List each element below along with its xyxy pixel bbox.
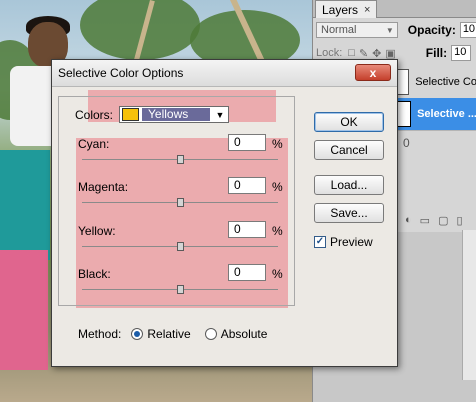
percent-unit: % <box>272 180 283 194</box>
layers-bottom-toolbar: ◐ ▭ ▢ ▯ <box>405 212 476 228</box>
lock-label: Lock: <box>316 47 343 59</box>
close-icon[interactable]: × <box>364 4 370 16</box>
fill-label: Fill: <box>425 46 448 60</box>
dialog-titlebar[interactable]: Selective Color Options x <box>52 60 397 87</box>
slider-thumb[interactable] <box>177 242 184 251</box>
opacity-label: Opacity: <box>407 23 456 37</box>
fill-input[interactable]: 10 <box>451 45 472 61</box>
chevron-down-icon: ▼ <box>215 109 225 120</box>
blend-mode-value: Normal <box>321 24 357 36</box>
colors-select[interactable]: Yellows ▼ <box>119 106 230 123</box>
chevron-down-icon: ▼ <box>385 26 394 35</box>
layers-scrollbar[interactable] <box>462 230 476 380</box>
blend-row: Normal ▼ Opacity: 10 <box>316 21 476 39</box>
relative-label[interactable]: Relative <box>147 327 190 341</box>
yellow-input[interactable]: 0 <box>228 221 266 238</box>
selective-color-dialog: Selective Color Options x Colors: Yellow… <box>51 59 398 367</box>
delete-layer-icon[interactable]: ▯ <box>456 214 462 227</box>
relative-radio[interactable] <box>131 328 144 340</box>
lock-icons: □ ✎ ✥ ▣ <box>348 47 396 60</box>
tab-layers-label: Layers <box>322 2 359 17</box>
new-layer-icon[interactable]: ▢ <box>438 214 448 227</box>
adjustment-layer-icon[interactable]: ◐ <box>405 214 412 226</box>
layers-tabbar: Layers × <box>313 0 476 18</box>
preview-checkbox[interactable]: ✓ <box>314 236 326 248</box>
slider-thumb[interactable] <box>177 155 184 164</box>
cyan-input[interactable]: 0 <box>228 134 266 151</box>
save-button[interactable]: Save... <box>314 203 384 223</box>
slider-label: Magenta: <box>78 180 129 194</box>
layer-name: Selective Co <box>415 76 476 88</box>
colors-label: Colors: <box>75 107 114 122</box>
lock-brush-icon[interactable]: ✎ <box>359 47 368 60</box>
blend-mode-select[interactable]: Normal ▼ <box>316 22 398 38</box>
dialog-title: Selective Color Options <box>58 66 184 80</box>
new-group-icon[interactable]: ▭ <box>420 214 430 227</box>
opacity-input[interactable]: 10 <box>459 22 476 38</box>
person-dress <box>0 150 50 260</box>
slider-thumb[interactable] <box>177 198 184 207</box>
lock-transparency-icon[interactable]: □ <box>348 47 355 60</box>
percent-unit: % <box>272 267 283 281</box>
lock-move-icon[interactable]: ✥ <box>372 47 381 60</box>
slider-label: Yellow: <box>78 224 116 238</box>
radio-selected-dot <box>134 331 141 337</box>
method-label: Method: <box>78 327 122 341</box>
yellow-slider-row: Yellow: 0 % <box>78 221 298 266</box>
color-swatch <box>122 108 140 121</box>
layer-name: Selective ... <box>417 108 476 120</box>
ok-button[interactable]: OK <box>314 112 384 132</box>
percent-unit: % <box>272 137 283 151</box>
black-slider-row: Black: 0 % <box>78 264 298 309</box>
tab-layers[interactable]: Layers × <box>315 0 378 18</box>
slider-label: Cyan: <box>78 137 110 151</box>
lock-all-icon[interactable]: ▣ <box>385 47 395 60</box>
percent-unit: % <box>272 224 283 238</box>
method-row: Method: Relative Absolute <box>78 327 281 341</box>
person-skirt <box>0 250 48 370</box>
colors-row: Colors: Yellows ▼ <box>75 106 230 123</box>
close-button[interactable]: x <box>355 64 391 81</box>
absolute-label[interactable]: Absolute <box>221 327 268 341</box>
panel-value: 0 <box>403 136 410 150</box>
slider-thumb[interactable] <box>177 285 184 294</box>
magenta-slider-row: Magenta: 0 % <box>78 177 298 222</box>
magenta-input[interactable]: 0 <box>228 177 266 194</box>
preview-row: ✓ Preview <box>314 235 373 249</box>
cancel-button[interactable]: Cancel <box>314 140 384 160</box>
cyan-slider-row: Cyan: 0 % <box>78 134 298 179</box>
black-input[interactable]: 0 <box>228 264 266 281</box>
slider-label: Black: <box>78 267 111 281</box>
preview-label[interactable]: Preview <box>330 235 373 249</box>
absolute-radio[interactable] <box>204 328 217 340</box>
colors-select-value: Yellows <box>142 108 211 121</box>
load-button[interactable]: Load... <box>314 175 384 195</box>
